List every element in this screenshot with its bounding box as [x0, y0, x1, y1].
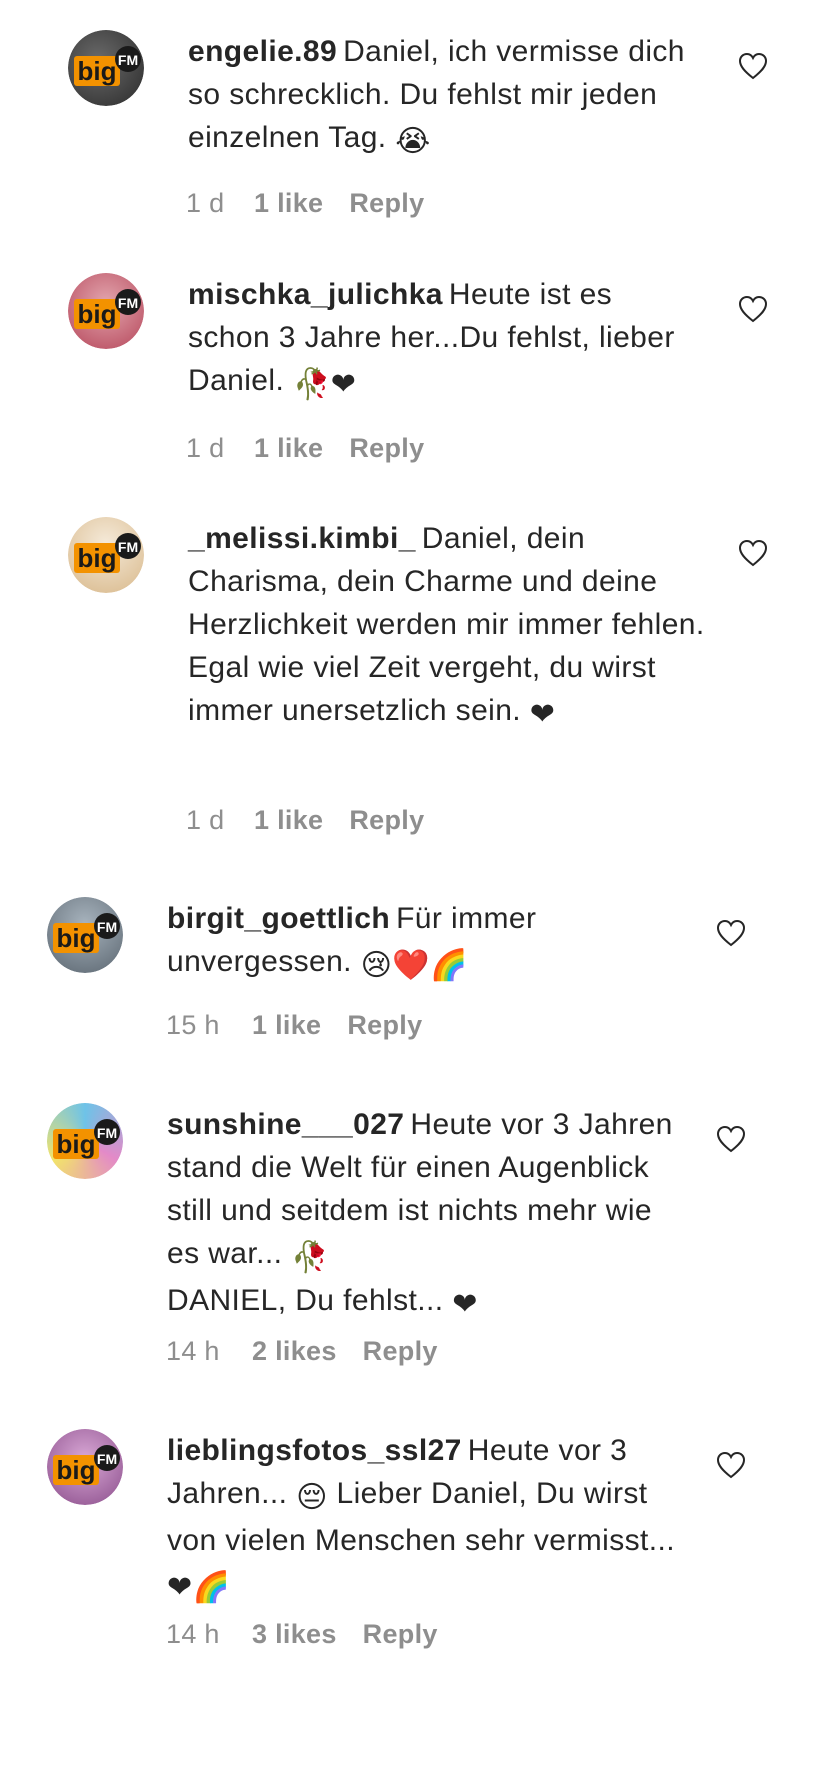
username-link[interactable]: birgit_goettlich [167, 902, 390, 935]
avatar[interactable] [47, 897, 123, 973]
username-link[interactable]: _melissi.kimbi_ [188, 522, 416, 555]
like-heart-icon[interactable] [716, 1125, 746, 1153]
like-heart-icon[interactable] [738, 539, 768, 567]
bigfm-logo-icon [53, 1445, 120, 1485]
bigfm-logo-icon [74, 289, 141, 329]
timestamp: 1 d [186, 188, 225, 218]
emoji: 😭 [395, 125, 431, 158]
like-count[interactable]: 3 likes [252, 1619, 337, 1650]
username-link[interactable]: mischka_julichka [188, 278, 443, 311]
comment-text: sunshine___027 Heute vor 3 Jahren stand d… [167, 1103, 687, 1326]
like-count[interactable]: 2 likes [252, 1336, 337, 1367]
avatar[interactable] [68, 273, 144, 349]
bigfm-logo-icon [74, 46, 141, 86]
username-link[interactable]: lieblingsfotos_ssl27 [167, 1434, 462, 1467]
timestamp: 14 h [166, 1619, 220, 1649]
emoji: 🥀❤ [292, 368, 357, 401]
like-heart-icon[interactable] [738, 52, 768, 80]
emoji: ❤🌈 [167, 1571, 231, 1604]
comment-meta: 1 d 1 like Reply [186, 433, 424, 464]
comment-text: birgit_goettlich Für immer unvergessen. 😢… [167, 897, 687, 987]
comment-meta: 1 d 1 like Reply [186, 805, 424, 836]
emoji: ❤ [529, 698, 556, 731]
emoji: 😔 [296, 1481, 328, 1514]
bigfm-logo-icon [74, 533, 141, 573]
bigfm-logo-icon [53, 1119, 120, 1159]
avatar[interactable] [47, 1429, 123, 1505]
username-link[interactable]: sunshine___027 [167, 1108, 404, 1141]
comment-text: engelie.89 Daniel, ich vermisse dich so s… [188, 30, 708, 163]
comment-message-line2: DANIEL, Du fehlst... [167, 1284, 444, 1317]
emoji: 😢❤️🌈 [360, 949, 468, 982]
like-count[interactable]: 1 like [252, 1010, 321, 1041]
comment-meta: 14 h 2 likes Reply [166, 1336, 438, 1367]
like-heart-icon[interactable] [738, 295, 768, 323]
timestamp: 14 h [166, 1336, 220, 1366]
like-count[interactable]: 1 like [254, 188, 323, 219]
reply-button[interactable]: Reply [363, 1336, 438, 1367]
avatar[interactable] [68, 30, 144, 106]
comment-text: _melissi.kimbi_ Daniel, dein Charisma, de… [188, 517, 708, 736]
reply-button[interactable]: Reply [349, 433, 424, 464]
comment-meta: 14 h 3 likes Reply [166, 1619, 438, 1650]
comment-text: lieblingsfotos_ssl27 Heute vor 3 Jahren..… [167, 1429, 687, 1609]
like-count[interactable]: 1 like [254, 433, 323, 464]
like-heart-icon[interactable] [716, 919, 746, 947]
comment-meta: 15 h 1 like Reply [166, 1010, 422, 1041]
emoji: ❤ [452, 1288, 478, 1321]
reply-button[interactable]: Reply [347, 1010, 422, 1041]
avatar[interactable] [47, 1103, 123, 1179]
like-count[interactable]: 1 like [254, 805, 323, 836]
comment-text: mischka_julichka Heute ist es schon 3 Jah… [188, 273, 688, 406]
reply-button[interactable]: Reply [349, 188, 424, 219]
timestamp: 1 d [186, 433, 225, 463]
reply-button[interactable]: Reply [363, 1619, 438, 1650]
reply-button[interactable]: Reply [349, 805, 424, 836]
username-link[interactable]: engelie.89 [188, 35, 337, 68]
emoji: 🥀 [291, 1241, 329, 1274]
bigfm-logo-icon [53, 913, 120, 953]
like-heart-icon[interactable] [716, 1451, 746, 1479]
timestamp: 15 h [166, 1010, 220, 1040]
comment-meta: 1 d 1 like Reply [186, 188, 424, 219]
avatar[interactable] [68, 517, 144, 593]
timestamp: 1 d [186, 805, 225, 835]
